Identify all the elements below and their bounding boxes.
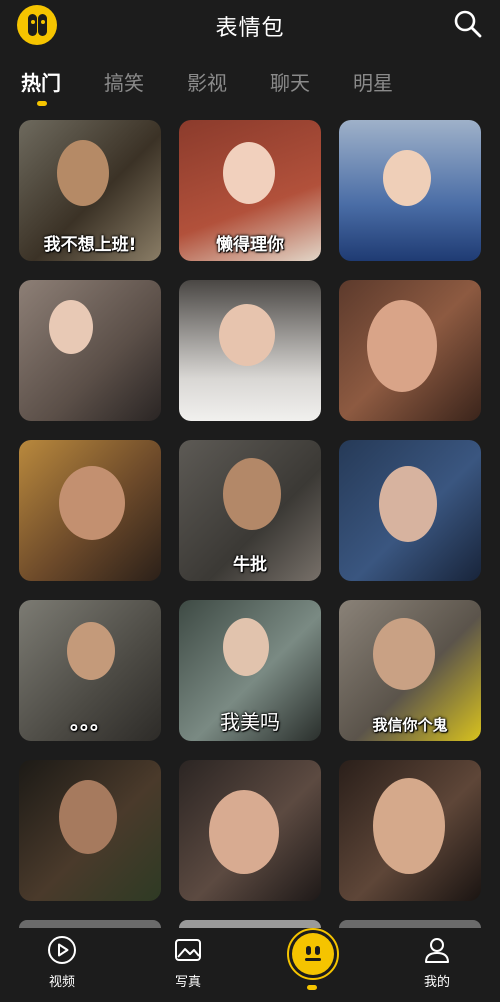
meme-card-partial: [19, 920, 161, 928]
top-bar: 表情包: [0, 0, 500, 52]
page-title: 表情包: [215, 16, 285, 41]
tab-chat[interactable]: 聊天: [270, 67, 310, 96]
meme-card[interactable]: [19, 440, 161, 581]
meme-caption: 我不想上班!: [43, 235, 137, 255]
meme-card[interactable]: 我信你个鬼: [339, 600, 481, 741]
meme-card[interactable]: 我不想上班!: [19, 120, 161, 261]
image-icon: [175, 939, 201, 961]
meme-card[interactable]: [339, 120, 481, 261]
meme-card[interactable]: 我美吗: [179, 600, 321, 741]
tab-funny[interactable]: 搞笑: [104, 67, 144, 96]
meme-card[interactable]: [179, 760, 321, 901]
user-icon: [425, 938, 449, 963]
meme-card[interactable]: 。。。: [19, 600, 161, 741]
meme-card[interactable]: 牛批: [179, 440, 321, 581]
meme-caption: 懒得理你: [216, 235, 284, 255]
play-icon: [48, 936, 76, 964]
search-icon[interactable]: [452, 8, 484, 40]
meme-card[interactable]: [19, 760, 161, 901]
tab-stars[interactable]: 明星: [353, 67, 393, 96]
meme-card-partial: [179, 920, 321, 928]
nav-label: 写真: [174, 975, 201, 990]
emoji-face-icon: [292, 933, 334, 975]
bottom-nav: 视频 写真 我的: [0, 928, 500, 1002]
active-tab-indicator: [37, 101, 47, 106]
meme-card[interactable]: [339, 280, 481, 421]
active-nav-indicator: [307, 985, 317, 990]
meme-card[interactable]: [339, 760, 481, 901]
meme-card-partial: [339, 920, 481, 928]
category-tabs: 热门 搞笑 影视 聊天 明星: [0, 62, 500, 112]
nav-item-photos[interactable]: 写真: [148, 935, 228, 990]
meme-card[interactable]: [339, 440, 481, 581]
nav-item-video[interactable]: 视频: [22, 935, 102, 990]
meme-card[interactable]: [19, 280, 161, 421]
meme-card[interactable]: 懒得理你: [179, 120, 321, 261]
nav-label: 我的: [423, 975, 450, 990]
meme-caption: 我美吗: [220, 710, 280, 734]
tab-movies[interactable]: 影视: [187, 67, 227, 96]
meme-caption: 。。。: [70, 710, 110, 734]
meme-caption: 牛批: [233, 555, 267, 575]
tab-hot[interactable]: 热门: [21, 67, 61, 96]
nav-label: 视频: [48, 975, 75, 990]
meme-card[interactable]: [179, 280, 321, 421]
nav-item-profile[interactable]: 我的: [397, 935, 477, 990]
meme-caption: 我信你个鬼: [372, 716, 448, 734]
